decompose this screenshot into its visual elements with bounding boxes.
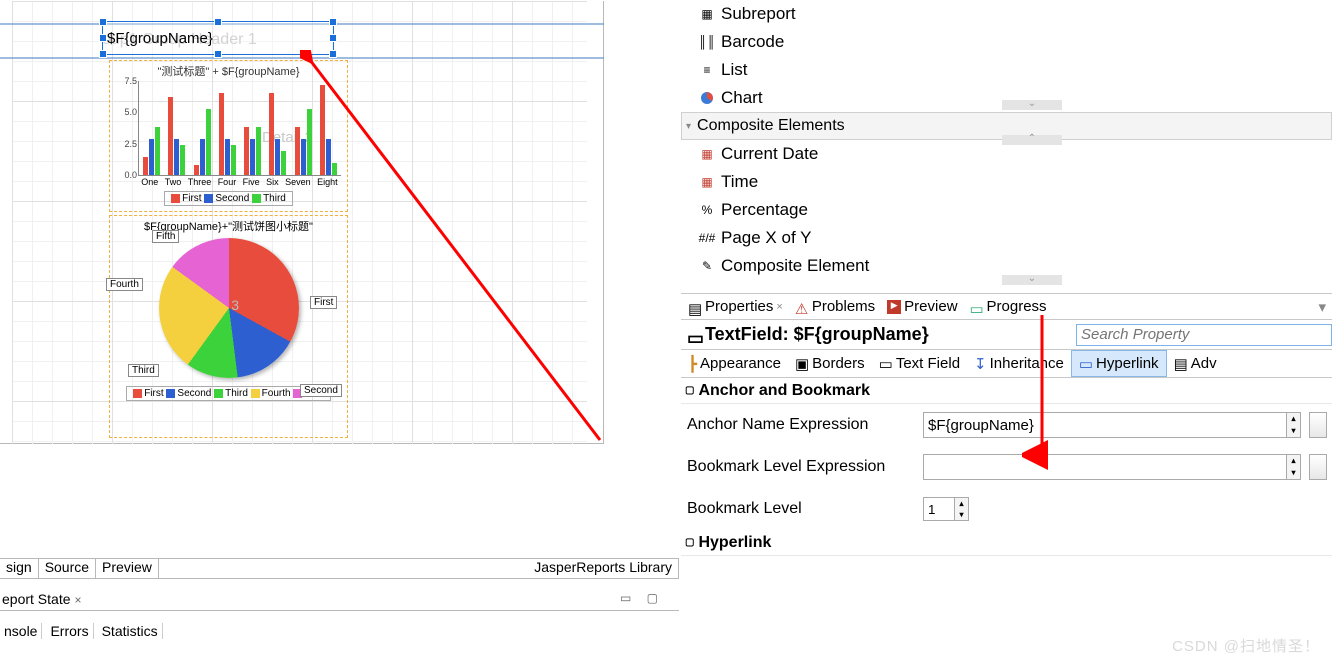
tab-preview[interactable]: Preview <box>96 559 159 578</box>
properties-panel: ▤Properties × ⚠Problems ▶Preview ▭Progre… <box>681 293 1332 556</box>
ptab-borders[interactable]: ▣Borders <box>788 350 872 377</box>
property-category-tabs: ┣Appearance ▣Borders ▭Text Field ↧Inheri… <box>681 350 1332 378</box>
palette-item-percentage[interactable]: %Percentage <box>681 196 1332 224</box>
resize-handle[interactable] <box>329 50 337 58</box>
calendar-icon: ▦ <box>699 175 715 189</box>
chart-icon <box>699 91 715 105</box>
pie-slice-label: Fifth <box>152 230 179 243</box>
tab-problems[interactable]: ⚠Problems <box>790 294 880 319</box>
close-icon[interactable]: × <box>75 593 82 607</box>
editor-mode-tabs: sign Source Preview JasperReports Librar… <box>0 558 679 579</box>
watermark: CSDN @扫地情圣！ <box>1172 635 1320 656</box>
tab-preview[interactable]: ▶Preview <box>882 294 962 319</box>
tab-statistics[interactable]: Statistics <box>98 623 163 639</box>
preview-icon: ▶ <box>887 300 901 314</box>
page-icon: #/# <box>699 231 715 245</box>
tab-errors[interactable]: Errors <box>46 623 93 639</box>
pie-graphic: 3 <box>159 238 299 378</box>
selected-textfield[interactable]: $F{groupName} <box>102 21 334 55</box>
tab-properties[interactable]: ▤Properties × <box>683 294 788 319</box>
library-label: JasperReports Library <box>534 559 678 578</box>
ptab-appearance[interactable]: ┣Appearance <box>681 350 788 377</box>
progress-icon: ▭ <box>970 300 984 314</box>
pie-chart-title: $F{groupName}+"测试饼图小标题" <box>112 218 345 234</box>
y-axis-ticks: 7.55.02.50.0 <box>113 76 137 180</box>
bookmark-level-input[interactable] <box>923 497 955 521</box>
palette-item-list[interactable]: ≡List <box>681 56 1332 84</box>
resize-handle[interactable] <box>214 50 222 58</box>
calendar-icon: ▦ <box>699 147 715 161</box>
section-hyperlink[interactable]: ▢Hyperlink <box>681 530 1332 556</box>
bar-chart-element[interactable]: "测试标题" + $F{groupName} 7.55.02.50.0 OneT… <box>109 60 348 212</box>
pie-slice-label: First <box>310 296 337 309</box>
bookmark-level-label: Bookmark Level <box>687 500 923 518</box>
palette-item-pagexy[interactable]: #/#Page X of Y <box>681 224 1332 252</box>
spinner[interactable]: ▴▾ <box>955 497 969 521</box>
expression-editor-button[interactable] <box>1309 412 1327 438</box>
pie-chart-element[interactable]: $F{groupName}+"测试饼图小标题" 3 First Second T… <box>109 215 348 438</box>
problems-icon: ⚠ <box>795 300 809 314</box>
ptab-inheritance[interactable]: ↧Inheritance <box>967 350 1071 377</box>
resize-handle[interactable] <box>99 50 107 58</box>
pie-center-label: 3 <box>231 297 239 313</box>
section-anchor-bookmark[interactable]: ▢Anchor and Bookmark <box>681 378 1332 404</box>
barcode-icon: ║║ <box>699 35 715 49</box>
palette-item-time[interactable]: ▦Time <box>681 168 1332 196</box>
anchor-name-label: Anchor Name Expression <box>687 416 923 434</box>
ptab-advanced[interactable]: ▤Adv <box>1167 350 1224 377</box>
palette-item-barcode[interactable]: ║║Barcode <box>681 28 1332 56</box>
view-tabs: ▤Properties × ⚠Problems ▶Preview ▭Progre… <box>681 294 1332 320</box>
bar-chart-title: "测试标题" + $F{groupName} <box>112 63 345 79</box>
chevron-up-icon[interactable]: ⌃ <box>1002 135 1062 145</box>
palette-item-subreport[interactable]: ▦Subreport <box>681 0 1332 28</box>
expression-editor-button[interactable] <box>1309 454 1327 480</box>
textfield-icon: ▭ <box>687 328 701 342</box>
spinner[interactable]: ▴▾ <box>1287 412 1301 438</box>
tab-source[interactable]: Source <box>39 559 96 578</box>
ptab-hyperlink[interactable]: ▭Hyperlink <box>1071 350 1167 377</box>
report-state-subtabs: nsole Errors Statistics <box>0 623 163 639</box>
resize-handle[interactable] <box>99 18 107 26</box>
pie-slice-label: Fourth <box>106 278 143 291</box>
view-menu-icon[interactable]: ▾ <box>1318 298 1332 316</box>
tab-progress[interactable]: ▭Progress <box>965 294 1052 319</box>
band-separator <box>0 57 604 59</box>
palette-panel: ▦Subreport ║║Barcode ≡List Chart ⌄ ▾Comp… <box>681 0 1332 280</box>
properties-title: TextField: $F{groupName} <box>705 324 929 345</box>
pen-icon: ✎ <box>699 259 715 273</box>
spinner[interactable]: ▴▾ <box>1287 454 1301 480</box>
resize-handle[interactable] <box>329 34 337 42</box>
pie-slice-label: Third <box>128 364 159 377</box>
resize-handle[interactable] <box>214 18 222 26</box>
subreport-icon: ▦ <box>699 7 715 21</box>
bar-groups <box>139 81 341 175</box>
resize-handle[interactable] <box>99 34 107 42</box>
properties-icon: ▤ <box>688 300 702 314</box>
chevron-down-icon[interactable]: ⌄ <box>1002 275 1062 285</box>
close-icon[interactable]: × <box>776 301 782 313</box>
bookmark-expr-label: Bookmark Level Expression <box>687 458 923 476</box>
anchor-name-input[interactable] <box>923 412 1287 438</box>
list-icon: ≡ <box>699 63 715 77</box>
resize-handle[interactable] <box>329 18 337 26</box>
tab-console[interactable]: nsole <box>0 623 42 639</box>
bar-legend: First Second Third <box>164 191 293 206</box>
tab-design[interactable]: sign <box>0 559 39 578</box>
x-axis-categories: OneTwoThreeFourFiveSixSevenEight <box>138 177 341 187</box>
ptab-textfield[interactable]: ▭Text Field <box>872 350 967 377</box>
textfield-expression: $F{groupName} <box>107 30 213 47</box>
search-property-input[interactable] <box>1076 324 1332 346</box>
design-canvas[interactable]: oup1 Group Header 1 Detail 2 $F{groupNam… <box>0 1 604 444</box>
chevron-down-icon[interactable]: ⌄ <box>1002 100 1062 110</box>
bookmark-expr-input[interactable] <box>923 454 1287 480</box>
pie-slice-label: Second <box>300 384 342 397</box>
report-state-tab[interactable]: eport State× <box>0 591 679 611</box>
view-toolbar-icons[interactable]: ▭ ▢ <box>620 591 664 605</box>
percent-icon: % <box>699 203 715 217</box>
